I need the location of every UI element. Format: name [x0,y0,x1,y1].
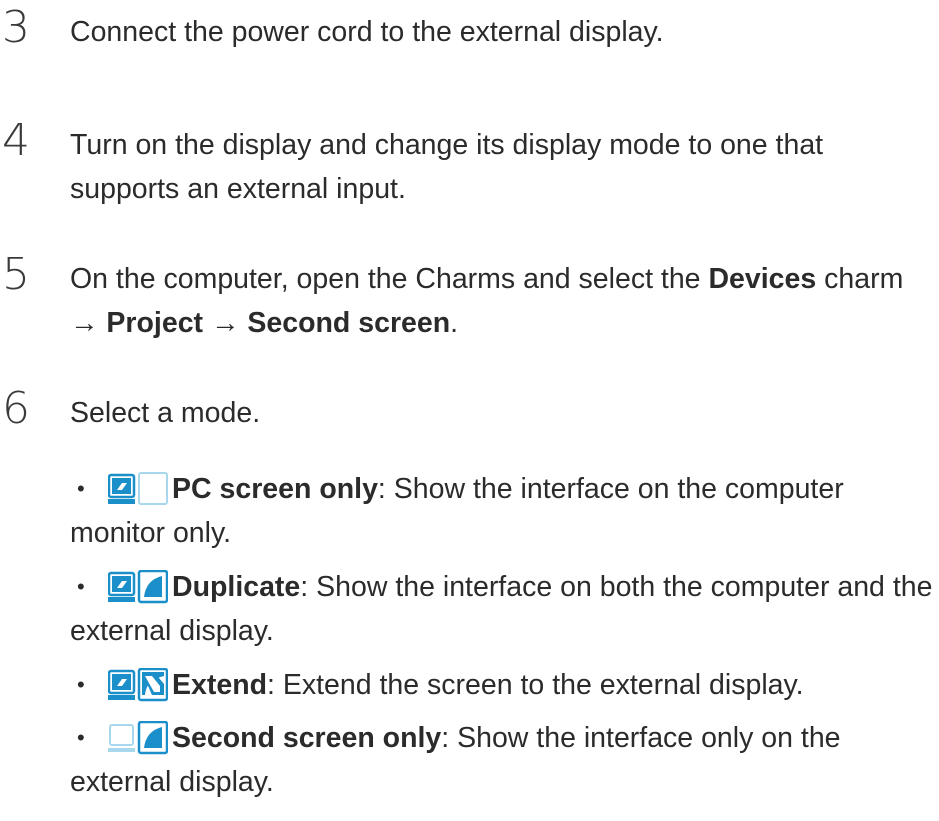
devices-label: Devices [708,263,817,295]
mode-description: : Extend the screen to the external disp… [267,669,804,701]
step-text: Turn on the display and change its displ… [70,123,936,211]
step-text-plain: Select a mode. [70,397,261,429]
mode-name: Extend [172,669,268,701]
mode-text: Duplicate: Show the interface on both th… [70,565,936,653]
mode-text: PC screen only: Show the interface on th… [70,467,936,555]
step-text-plain: Turn on the display and change its displ… [70,129,824,205]
second-screen-label: Second screen [247,307,451,339]
step-number: 4 [2,115,30,166]
mode-text: Extend: Extend the screen to the externa… [70,663,936,707]
project-label: Project [106,307,204,339]
step-text-plain: Connect the power cord to the external d… [70,16,664,48]
step-number: 6 [2,383,30,434]
step-number: 3 [2,2,30,53]
step-text: Select a mode. [70,391,936,435]
step-text: Connect the power cord to the external d… [70,10,936,54]
step-number: 5 [2,249,30,300]
step-text-pre: On the computer, open the Charms and sel… [70,263,709,295]
step-text-mid: → [203,307,248,339]
step-text-post: . [450,307,459,339]
mode-name: PC screen only [172,473,378,505]
step-text: On the computer, open the Charms and sel… [70,257,936,345]
mode-name: Second screen only [172,722,442,754]
mode-text: Second screen only: Show the interface o… [70,716,936,804]
mode-name: Duplicate [172,571,301,603]
